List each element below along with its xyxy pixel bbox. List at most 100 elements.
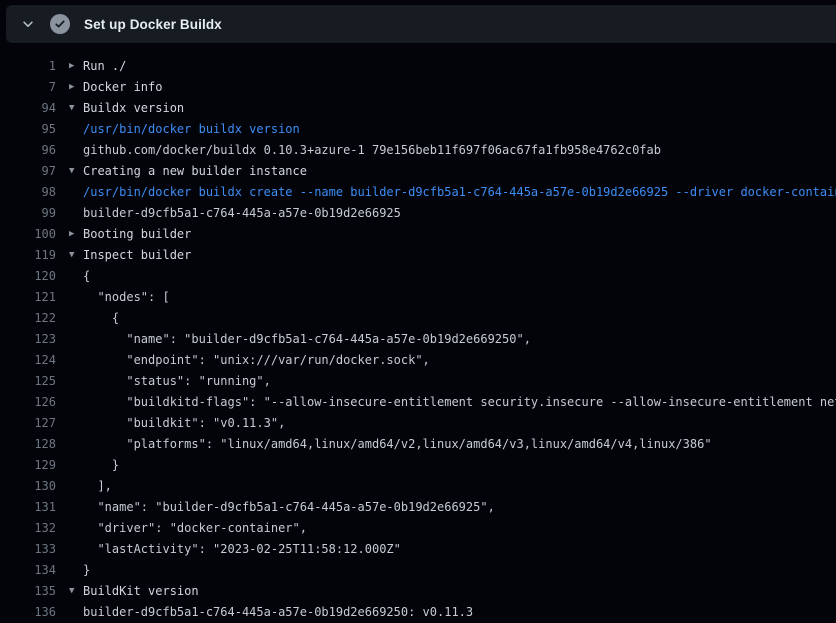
log-line-row: 129 }	[0, 455, 836, 476]
log-output-text: "name": "builder-d9cfb5a1-c764-445a-a57e…	[83, 329, 531, 350]
log-line-row: 130 ],	[0, 476, 836, 497]
group-expanded-icon[interactable]: ▼	[69, 161, 83, 182]
line-number[interactable]: 94	[0, 98, 56, 119]
indent-spacer	[69, 602, 83, 623]
group-title-text: Docker info	[83, 77, 162, 98]
group-header[interactable]: ▶Run ./	[56, 56, 126, 77]
group-header[interactable]: ▶Booting builder	[56, 224, 191, 245]
indent-spacer	[69, 392, 83, 413]
line-number[interactable]: 130	[0, 476, 56, 497]
log-text-container: {	[56, 308, 119, 329]
group-collapsed-icon[interactable]: ▶	[69, 56, 83, 77]
log-text-container: "buildkit": "v0.11.3",	[56, 413, 285, 434]
line-number[interactable]: 119	[0, 245, 56, 266]
group-header[interactable]: ▼Inspect builder	[56, 245, 191, 266]
line-number[interactable]: 129	[0, 455, 56, 476]
log-output-text: {	[83, 308, 119, 329]
line-number[interactable]: 126	[0, 392, 56, 413]
log-line-row: 123 "name": "builder-d9cfb5a1-c764-445a-…	[0, 329, 836, 350]
log-text-container: "lastActivity": "2023-02-25T11:58:12.000…	[56, 539, 401, 560]
log-text-container: github.com/docker/buildx 0.10.3+azure-1 …	[56, 140, 661, 161]
log-output-text: }	[83, 560, 90, 581]
group-expanded-icon[interactable]: ▼	[69, 245, 83, 266]
indent-spacer	[69, 371, 83, 392]
log-output-text: "lastActivity": "2023-02-25T11:58:12.000…	[83, 539, 401, 560]
log-line-row: 133 "lastActivity": "2023-02-25T11:58:12…	[0, 539, 836, 560]
line-number[interactable]: 120	[0, 266, 56, 287]
log-line-row: 98/usr/bin/docker buildx create --name b…	[0, 182, 836, 203]
line-number[interactable]: 98	[0, 182, 56, 203]
indent-spacer	[69, 476, 83, 497]
line-number[interactable]: 131	[0, 497, 56, 518]
line-number[interactable]: 135	[0, 581, 56, 602]
log-text-container: "name": "builder-d9cfb5a1-c764-445a-a57e…	[56, 497, 495, 518]
indent-spacer	[69, 539, 83, 560]
log-text-container: builder-d9cfb5a1-c764-445a-a57e-0b19d2e6…	[56, 203, 401, 224]
group-header[interactable]: ▼Creating a new builder instance	[56, 161, 307, 182]
line-number[interactable]: 95	[0, 119, 56, 140]
indent-spacer	[69, 329, 83, 350]
log-output-text: {	[83, 266, 90, 287]
group-title-text: Creating a new builder instance	[83, 161, 307, 182]
log-output-text: }	[83, 455, 119, 476]
log-text-container: {	[56, 266, 90, 287]
group-expanded-icon[interactable]: ▼	[69, 98, 83, 119]
line-number[interactable]: 99	[0, 203, 56, 224]
log-text-container: "platforms": "linux/amd64,linux/amd64/v2…	[56, 434, 712, 455]
indent-spacer	[69, 287, 83, 308]
group-header[interactable]: ▶Docker info	[56, 77, 162, 98]
group-header[interactable]: ▼BuildKit version	[56, 581, 199, 602]
log-line-row: 120 {	[0, 266, 836, 287]
line-number[interactable]: 96	[0, 140, 56, 161]
log-output-text: "platforms": "linux/amd64,linux/amd64/v2…	[83, 434, 712, 455]
line-number[interactable]: 1	[0, 56, 56, 77]
group-collapsed-icon[interactable]: ▶	[69, 77, 83, 98]
line-number[interactable]: 132	[0, 518, 56, 539]
group-header[interactable]: ▼Buildx version	[56, 98, 184, 119]
line-number[interactable]: 7	[0, 77, 56, 98]
line-number[interactable]: 123	[0, 329, 56, 350]
indent-spacer	[69, 413, 83, 434]
line-number[interactable]: 121	[0, 287, 56, 308]
line-number[interactable]: 127	[0, 413, 56, 434]
log-group-row: 1▶Run ./	[0, 56, 836, 77]
log-text-container: }	[56, 560, 90, 581]
step-header[interactable]: Set up Docker Buildx	[6, 5, 836, 43]
line-number[interactable]: 128	[0, 434, 56, 455]
line-number[interactable]: 124	[0, 350, 56, 371]
line-number[interactable]: 134	[0, 560, 56, 581]
log-line-row: 136 builder-d9cfb5a1-c764-445a-a57e-0b19d…	[0, 602, 836, 623]
line-number[interactable]: 100	[0, 224, 56, 245]
log-line-row: 96github.com/docker/buildx 0.10.3+azure-…	[0, 140, 836, 161]
line-number[interactable]: 133	[0, 539, 56, 560]
group-title-text: BuildKit version	[83, 581, 199, 602]
log-line-row: 99 builder-d9cfb5a1-c764-445a-a57e-0b19d2…	[0, 203, 836, 224]
log-output-text: builder-d9cfb5a1-c764-445a-a57e-0b19d2e6…	[83, 203, 401, 224]
line-number[interactable]: 122	[0, 308, 56, 329]
log-command-text: /usr/bin/docker buildx create --name bui…	[83, 182, 836, 203]
group-collapsed-icon[interactable]: ▶	[69, 224, 83, 245]
chevron-down-icon[interactable]	[20, 16, 36, 32]
log-line-row: 122 {	[0, 308, 836, 329]
log-line-row: 121 "nodes": [	[0, 287, 836, 308]
log-text-container: ],	[56, 476, 112, 497]
group-expanded-icon[interactable]: ▼	[69, 581, 83, 602]
log-line-row: 95/usr/bin/docker buildx version	[0, 119, 836, 140]
log-line-row: 127 "buildkit": "v0.11.3",	[0, 413, 836, 434]
log-output-text: ],	[83, 476, 112, 497]
log-text-container: builder-d9cfb5a1-c764-445a-a57e-0b19d2e6…	[56, 602, 473, 623]
log-group-row: 100▶Booting builder	[0, 224, 836, 245]
log-line-row: 126 "buildkitd-flags": "--allow-insecure…	[0, 392, 836, 413]
line-number[interactable]: 125	[0, 371, 56, 392]
log-line-row: 131 "name": "builder-d9cfb5a1-c764-445a-…	[0, 497, 836, 518]
line-number[interactable]: 97	[0, 161, 56, 182]
success-check-icon	[50, 14, 70, 34]
log-line-row: 134}	[0, 560, 836, 581]
log-group-row: 94▼Buildx version	[0, 98, 836, 119]
log-output-text: builder-d9cfb5a1-c764-445a-a57e-0b19d2e6…	[83, 602, 473, 623]
log-text-container: /usr/bin/docker buildx create --name bui…	[56, 182, 836, 203]
log-output-text: "status": "running",	[83, 371, 271, 392]
indent-spacer	[69, 518, 83, 539]
line-number[interactable]: 136	[0, 602, 56, 623]
log-group-row: 119▼Inspect builder	[0, 245, 836, 266]
